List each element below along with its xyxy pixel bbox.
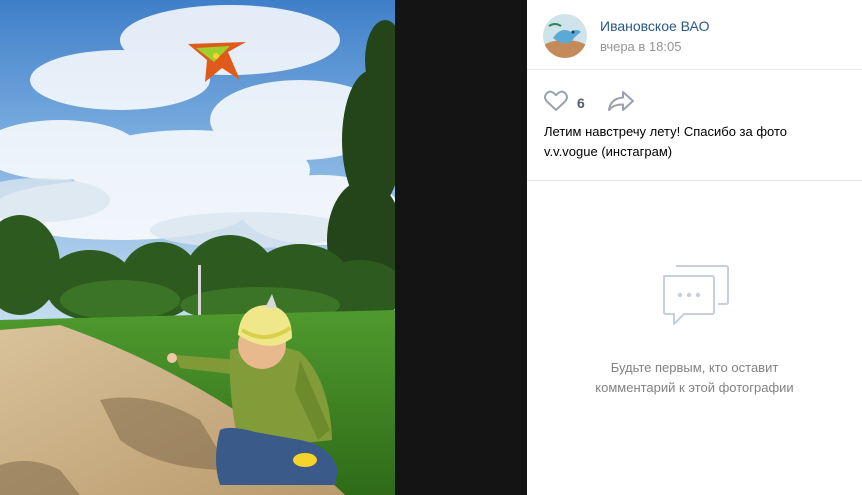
empty-comments-placeholder: Будьте первым, кто оставит комментарий к… [527,262,862,398]
chat-bubble-icon [660,265,730,332]
author-name-link[interactable]: Ивановское ВАО [600,18,709,34]
share-arrow-icon [607,90,635,117]
author-avatar[interactable] [543,14,587,58]
like-count: 6 [577,95,585,111]
photo-viewer [0,0,527,495]
heart-outline-icon [543,90,569,117]
post-timestamp[interactable]: вчера в 18:05 [600,39,681,54]
empty-comments-text: Будьте первым, кто оставит комментарий к… [595,360,794,395]
avatar-image [543,14,587,58]
like-button[interactable]: 6 [543,90,585,117]
post-actions: 6 [543,90,635,116]
post-header: Ивановское ВАО вчера в 18:05 [527,0,862,70]
post-panel: Ивановское ВАО вчера в 18:05 6 Летим нав… [527,0,862,495]
post-photo[interactable] [0,0,395,495]
comments-divider [527,180,862,181]
share-button[interactable] [607,90,635,117]
photo-image [0,0,395,495]
post-caption: Летим навстречу лету! Спасибо за фото v.… [544,124,788,159]
